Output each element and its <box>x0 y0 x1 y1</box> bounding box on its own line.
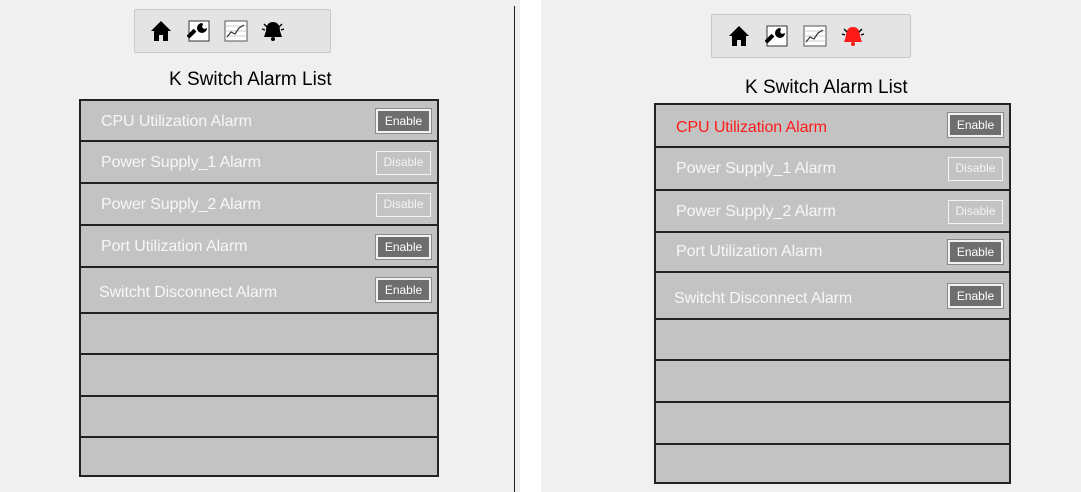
page-title: K Switch Alarm List <box>745 77 908 98</box>
alarm-row: Power Supply_1 Alarm Disable <box>81 142 437 184</box>
alarm-label: Power Supply_1 Alarm <box>101 154 261 171</box>
alarm-label: Switcht Disconnect Alarm <box>674 290 853 307</box>
alarm-label: Port Utilization Alarm <box>101 238 248 255</box>
empty-row <box>656 320 1009 361</box>
enable-button[interactable]: Enable <box>375 277 432 303</box>
alarm-row: Switcht Disconnect Alarm Enable <box>656 273 1009 320</box>
home-icon <box>728 26 749 46</box>
right-panel: K Switch Alarm List CPU Utilization Alar… <box>541 0 1081 492</box>
chart-icon <box>224 20 248 42</box>
alarm-label-active: CPU Utilization Alarm <box>676 119 827 136</box>
settings-button[interactable] <box>180 13 216 50</box>
page-title: K Switch Alarm List <box>169 69 332 90</box>
enable-button[interactable]: Enable <box>375 108 432 134</box>
disable-button[interactable]: Disable <box>948 157 1003 181</box>
panel-divider <box>514 6 515 492</box>
empty-row <box>656 361 1009 403</box>
wrench-icon <box>186 20 210 42</box>
chart-icon <box>803 25 826 47</box>
alarm-row: CPU Utilization Alarm Enable <box>656 105 1009 148</box>
alarm-list: CPU Utilization Alarm Enable Power Suppl… <box>79 99 439 477</box>
alarm-row: CPU Utilization Alarm Enable <box>81 101 437 142</box>
alarm-list: CPU Utilization Alarm Enable Power Suppl… <box>654 103 1011 484</box>
alarm-row: Port Utilization Alarm Enable <box>81 226 437 268</box>
alarm-label: Power Supply_1 Alarm <box>676 160 836 177</box>
disable-button[interactable]: Disable <box>376 193 431 217</box>
empty-row <box>81 314 437 355</box>
alarm-bell-icon <box>841 27 864 46</box>
chart-button[interactable] <box>218 13 254 50</box>
alarm-bell-icon <box>262 22 285 41</box>
toolbar <box>711 14 911 58</box>
wrench-icon <box>764 25 787 47</box>
settings-button[interactable] <box>758 18 795 55</box>
alarm-label: Port Utilization Alarm <box>676 243 823 260</box>
alarm-label: Power Supply_2 Alarm <box>676 203 836 220</box>
alarm-row: Power Supply_1 Alarm Disable <box>656 148 1009 191</box>
alarm-button[interactable] <box>834 18 871 55</box>
left-panel: K Switch Alarm List CPU Utilization Alar… <box>0 0 520 492</box>
enable-button[interactable]: Enable <box>947 239 1004 265</box>
empty-row <box>81 355 437 397</box>
disable-button[interactable]: Disable <box>376 151 431 175</box>
alarm-label: Switcht Disconnect Alarm <box>99 284 278 301</box>
toolbar <box>134 9 331 53</box>
empty-row <box>656 403 1009 445</box>
home-button[interactable] <box>720 18 757 55</box>
home-icon <box>151 21 172 41</box>
chart-button[interactable] <box>796 18 833 55</box>
alarm-label: Power Supply_2 Alarm <box>101 196 261 213</box>
empty-row <box>81 397 437 438</box>
toolbar-empty-slot <box>872 18 909 55</box>
alarm-button[interactable] <box>255 13 291 50</box>
toolbar-empty-slot <box>293 13 329 50</box>
enable-button[interactable]: Enable <box>947 112 1004 138</box>
alarm-label: CPU Utilization Alarm <box>101 113 252 130</box>
enable-button[interactable]: Enable <box>947 283 1004 309</box>
alarm-row: Port Utilization Alarm Enable <box>656 233 1009 273</box>
alarm-row: Switcht Disconnect Alarm Enable <box>81 268 437 314</box>
alarm-row: Power Supply_2 Alarm Disable <box>81 184 437 226</box>
disable-button[interactable]: Disable <box>948 200 1003 224</box>
alarm-row: Power Supply_2 Alarm Disable <box>656 191 1009 233</box>
enable-button[interactable]: Enable <box>375 234 432 260</box>
home-button[interactable] <box>143 13 179 50</box>
